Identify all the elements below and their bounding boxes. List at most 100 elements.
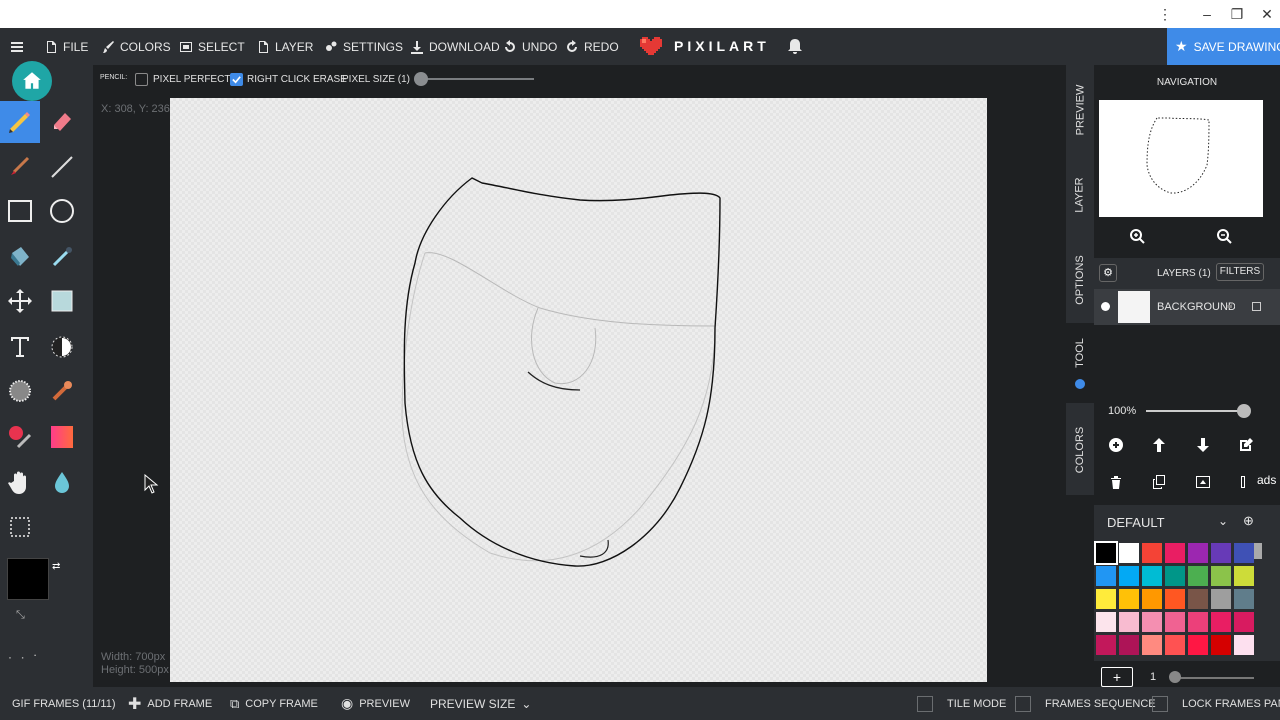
- layer-lock-icon[interactable]: 🔓︎: [1227, 300, 1233, 311]
- tile-mode-toggle[interactable]: TILE MODE: [917, 687, 1006, 720]
- palette-color-swatch[interactable]: [1188, 566, 1208, 586]
- gradient-tool[interactable]: [42, 417, 82, 457]
- palette-color-swatch[interactable]: [1119, 589, 1139, 609]
- navigation-preview[interactable]: [1099, 100, 1263, 217]
- blur-tool[interactable]: [42, 463, 82, 503]
- delete-layer-button[interactable]: [1104, 470, 1128, 494]
- frames-sequence-checkbox[interactable]: [1015, 695, 1031, 712]
- reset-colors-icon[interactable]: ⤡: [16, 609, 30, 623]
- palette-scrollbar[interactable]: [1254, 543, 1262, 559]
- frames-sequence-toggle[interactable]: FRAMES SEQUENCE: [1015, 687, 1156, 720]
- layer-select-checkbox[interactable]: [1252, 302, 1261, 311]
- close-icon[interactable]: ✕: [1257, 4, 1277, 24]
- swap-colors-icon[interactable]: ⇄: [52, 561, 66, 573]
- layer-settings-icon[interactable]: ⚙: [1099, 264, 1117, 282]
- add-layer-button[interactable]: [1104, 433, 1128, 457]
- menu-layer[interactable]: LAYER: [256, 28, 313, 65]
- select-area-tool[interactable]: [42, 281, 82, 321]
- line-tool[interactable]: [42, 147, 82, 187]
- filters-button[interactable]: FILTERS: [1216, 263, 1264, 281]
- palette-color-swatch[interactable]: [1119, 635, 1139, 655]
- ellipse-tool[interactable]: [42, 191, 82, 231]
- palette-color-swatch[interactable]: [1234, 589, 1254, 609]
- tile-mode-checkbox[interactable]: [917, 695, 933, 712]
- chevron-down-icon[interactable]: ⌄: [1218, 514, 1228, 528]
- palette-color-swatch[interactable]: [1142, 612, 1162, 632]
- add-frame-thumb-button[interactable]: +: [1101, 667, 1133, 687]
- palette-color-swatch[interactable]: [1234, 612, 1254, 632]
- palette-color-swatch[interactable]: [1188, 589, 1208, 609]
- palette-color-swatch[interactable]: [1119, 566, 1139, 586]
- move-layer-down-button[interactable]: [1191, 433, 1215, 457]
- layer-visibility-icon[interactable]: [1101, 302, 1110, 311]
- opacity-slider-track[interactable]: [1146, 410, 1240, 412]
- palette-color-swatch[interactable]: [1096, 635, 1116, 655]
- lighten-tool[interactable]: [42, 327, 82, 367]
- palette-color-swatch[interactable]: [1211, 543, 1231, 563]
- palette-color-swatch[interactable]: [1165, 543, 1185, 563]
- tab-preview[interactable]: PREVIEW: [1066, 75, 1094, 145]
- more-vertical-icon[interactable]: ⋮: [1155, 4, 1175, 24]
- palette-color-swatch[interactable]: [1211, 612, 1231, 632]
- rename-layer-button[interactable]: [1234, 433, 1258, 457]
- palette-color-swatch[interactable]: [1142, 566, 1162, 586]
- palette-color-swatch[interactable]: [1211, 566, 1231, 586]
- zoom-in-button[interactable]: [1125, 224, 1149, 248]
- restore-icon[interactable]: ❐: [1227, 4, 1247, 24]
- palette-color-swatch[interactable]: [1119, 543, 1139, 563]
- add-frame-button[interactable]: ✚ ADD FRAME: [128, 687, 212, 720]
- palette-color-swatch[interactable]: [1234, 566, 1254, 586]
- stamp-tool[interactable]: [42, 371, 82, 411]
- color-picker-tool[interactable]: [42, 237, 82, 277]
- right-click-erase-checkbox[interactable]: [230, 73, 243, 86]
- pixel-perfect-checkbox[interactable]: [135, 73, 148, 86]
- menu-file[interactable]: FILE: [44, 28, 88, 65]
- palette-color-swatch[interactable]: [1165, 635, 1185, 655]
- palette-color-swatch[interactable]: [1165, 566, 1185, 586]
- tab-layer[interactable]: LAYER: [1066, 160, 1094, 230]
- tab-options[interactable]: OPTIONS: [1066, 245, 1094, 315]
- palette-color-swatch[interactable]: [1096, 612, 1116, 632]
- frame-slider-thumb[interactable]: [1169, 671, 1181, 683]
- palette-color-swatch[interactable]: [1165, 589, 1185, 609]
- notification-bell-icon[interactable]: [787, 38, 803, 55]
- palette-color-swatch[interactable]: [1119, 612, 1139, 632]
- hamburger-menu-button[interactable]: [10, 28, 24, 65]
- copy-frame-button[interactable]: ⧉ COPY FRAME: [230, 687, 318, 720]
- palette-color-swatch[interactable]: [1142, 635, 1162, 655]
- crop-tool[interactable]: [0, 507, 40, 547]
- preview-size-dropdown[interactable]: PREVIEW SIZE ⌄: [430, 687, 531, 720]
- text-tool[interactable]: [0, 327, 40, 367]
- menu-redo[interactable]: REDO: [565, 28, 619, 65]
- tab-tool[interactable]: TOOL: [1066, 323, 1094, 403]
- palette-color-swatch[interactable]: [1234, 635, 1254, 655]
- palette-color-swatch[interactable]: [1096, 566, 1116, 586]
- palette-add-icon[interactable]: ⊕: [1243, 513, 1254, 529]
- lock-frames-panel-toggle[interactable]: LOCK FRAMES PANEL: [1152, 687, 1280, 720]
- preview-button[interactable]: ◉ PREVIEW: [341, 687, 410, 720]
- save-drawing-button[interactable]: ★ SAVE DRAWING: [1167, 28, 1280, 65]
- zoom-out-button[interactable]: [1212, 224, 1236, 248]
- palette-color-swatch[interactable]: [1165, 612, 1185, 632]
- fill-bucket-tool[interactable]: [0, 237, 40, 277]
- menu-select[interactable]: SELECT: [179, 28, 245, 65]
- menu-settings[interactable]: SETTINGS: [324, 28, 403, 65]
- menu-download[interactable]: DOWNLOAD: [410, 28, 500, 65]
- brush-tool[interactable]: [0, 147, 40, 187]
- opacity-slider-thumb[interactable]: [1237, 404, 1251, 418]
- palette-color-swatch[interactable]: [1188, 612, 1208, 632]
- minimize-icon[interactable]: –: [1197, 4, 1217, 24]
- rectangle-tool[interactable]: [0, 191, 40, 231]
- palette-color-swatch[interactable]: [1142, 543, 1162, 563]
- palette-color-swatch[interactable]: [1188, 635, 1208, 655]
- duplicate-layer-button[interactable]: [1147, 470, 1171, 494]
- gif-frames-toggle[interactable]: GIF FRAMES (11/11): [12, 687, 116, 720]
- pencil-tool[interactable]: [0, 101, 40, 143]
- palette-color-swatch[interactable]: [1211, 589, 1231, 609]
- pixel-size-slider-track[interactable]: [420, 78, 534, 80]
- palette-color-swatch[interactable]: [1211, 635, 1231, 655]
- palette-color-swatch[interactable]: [1188, 543, 1208, 563]
- eraser-tool[interactable]: [42, 101, 82, 141]
- replace-color-tool[interactable]: [0, 417, 40, 457]
- menu-colors[interactable]: COLORS: [101, 28, 171, 65]
